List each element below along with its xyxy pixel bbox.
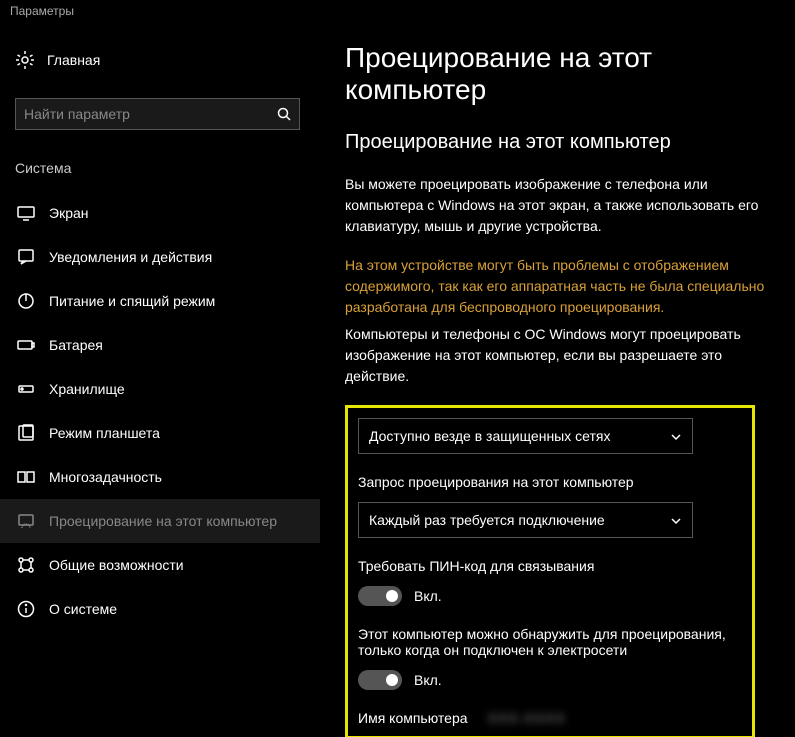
request-dropdown[interactable]: Каждый раз требуется подключение — [358, 502, 693, 538]
sub-title: Проецирование на этот компьютер — [345, 131, 795, 154]
search-input[interactable] — [15, 98, 300, 130]
sidebar-item-display[interactable]: Экран — [0, 191, 320, 235]
power-toggle[interactable] — [358, 670, 402, 690]
sidebar-item-battery[interactable]: Батарея — [0, 323, 320, 367]
sidebar-item-label: Уведомления и действия — [49, 249, 212, 265]
description: Вы можете проецировать изображение с тел… — [345, 174, 795, 237]
sidebar-item-label: Батарея — [49, 337, 103, 353]
sidebar-item-multitasking[interactable]: Многозадачность — [0, 455, 320, 499]
shared-icon — [17, 556, 35, 574]
page-title: Проецирование на этот компьютер — [345, 42, 795, 106]
sidebar-item-label: Многозадачность — [49, 469, 162, 485]
sidebar-item-power[interactable]: Питание и спящий режим — [0, 279, 320, 323]
chevron-down-icon — [670, 430, 682, 442]
sidebar-item-storage[interactable]: Хранилище — [0, 367, 320, 411]
tablet-icon — [17, 424, 35, 442]
power-label: Этот компьютер можно обнаружить для прое… — [358, 626, 742, 658]
window-title: Параметры — [0, 0, 795, 22]
pin-label: Требовать ПИН-код для связывания — [358, 558, 742, 574]
chevron-down-icon — [670, 514, 682, 526]
main-panel: Проецирование на этот компьютер Проециро… — [320, 22, 795, 737]
pcname-value: XXX-XXXX — [488, 710, 566, 726]
gear-icon — [15, 50, 35, 70]
battery-icon — [17, 336, 35, 354]
pin-toggle[interactable] — [358, 586, 402, 606]
sidebar-item-about[interactable]: О системе — [0, 587, 320, 631]
sidebar-item-label: О системе — [49, 601, 117, 617]
dropdown-value: Каждый раз требуется подключение — [369, 512, 605, 528]
highlighted-settings: Доступно везде в защищенных сетях Запрос… — [345, 405, 755, 737]
multitasking-icon — [17, 468, 35, 486]
info-icon — [17, 600, 35, 618]
warning-text: На этом устройстве могут быть проблемы с… — [345, 255, 795, 318]
dropdown-value: Доступно везде в защищенных сетях — [369, 428, 610, 444]
projecting-icon — [17, 512, 35, 530]
sidebar-item-label: Питание и спящий режим — [49, 293, 215, 309]
sidebar-item-label: Проецирование на этот компьютер — [49, 513, 277, 529]
permission-desc: Компьютеры и телефоны с ОС Windows могут… — [345, 324, 795, 387]
storage-icon — [17, 380, 35, 398]
home-label: Главная — [47, 52, 100, 68]
sidebar: Главная Система Экран Уведомления и дейс… — [0, 22, 320, 737]
pin-toggle-state: Вкл. — [414, 588, 442, 604]
sidebar-item-shared[interactable]: Общие возможности — [0, 543, 320, 587]
sidebar-item-label: Общие возможности — [49, 557, 184, 573]
power-icon — [17, 292, 35, 310]
sidebar-item-notifications[interactable]: Уведомления и действия — [0, 235, 320, 279]
sidebar-item-label: Хранилище — [49, 381, 125, 397]
pcname-label: Имя компьютера — [358, 710, 468, 726]
notifications-icon — [17, 248, 35, 266]
sidebar-item-label: Экран — [49, 205, 89, 221]
request-label: Запрос проецирования на этот компьютер — [358, 474, 742, 490]
sidebar-item-label: Режим планшета — [49, 425, 160, 441]
power-toggle-state: Вкл. — [414, 672, 442, 688]
availability-dropdown[interactable]: Доступно везде в защищенных сетях — [358, 418, 693, 454]
display-icon — [17, 204, 35, 222]
sidebar-item-projecting[interactable]: Проецирование на этот компьютер — [0, 499, 320, 543]
home-link[interactable]: Главная — [15, 42, 320, 78]
computer-name-row: Имя компьютера XXX-XXXX — [358, 710, 742, 726]
search-field[interactable] — [24, 106, 277, 122]
section-title: Система — [15, 160, 320, 176]
search-icon — [277, 107, 291, 121]
sidebar-item-tablet[interactable]: Режим планшета — [0, 411, 320, 455]
